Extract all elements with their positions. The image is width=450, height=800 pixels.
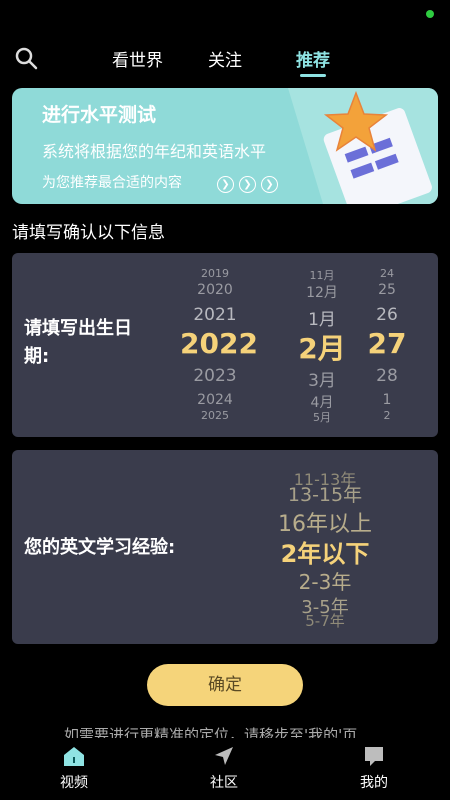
day-option-selected[interactable]: 27 bbox=[366, 327, 408, 360]
chevron-right-icon: ❯ bbox=[217, 176, 234, 193]
send-icon bbox=[215, 747, 233, 765]
tab-world[interactable]: 看世界 bbox=[112, 46, 163, 71]
status-indicator bbox=[426, 10, 434, 18]
year-option[interactable]: 2024 bbox=[180, 392, 250, 408]
year-option[interactable]: 2023 bbox=[180, 366, 250, 386]
day-option[interactable]: 1 bbox=[366, 392, 408, 408]
birth-date-card: 请填写出生日期: 2019 2020 2021 2022 2023 2024 2… bbox=[12, 253, 438, 437]
nav-label-community: 社区 bbox=[210, 775, 238, 791]
tab-follow[interactable]: 关注 bbox=[208, 46, 242, 71]
info-section-label: 请填写确认以下信息 bbox=[12, 223, 165, 243]
day-option[interactable]: 2 bbox=[366, 409, 408, 422]
day-option[interactable]: 24 bbox=[366, 267, 408, 280]
birth-date-label: 请填写出生日期: bbox=[24, 318, 132, 367]
experience-option[interactable]: 2-3年 bbox=[260, 566, 390, 595]
top-tab-bar: 看世界 关注 推荐 bbox=[0, 36, 450, 80]
month-option[interactable]: 5月 bbox=[284, 409, 360, 425]
experience-option-selected[interactable]: 2年以下 bbox=[260, 534, 390, 569]
nav-item-video[interactable]: 视频 bbox=[34, 738, 114, 800]
home-icon bbox=[64, 747, 84, 766]
banner-title: 进行水平测试 bbox=[42, 104, 157, 126]
banner-subtitle-2: 为您推荐最合适的内容 bbox=[42, 175, 182, 191]
year-option[interactable]: 2019 bbox=[180, 267, 250, 280]
chevron-right-icon: ❯ bbox=[239, 176, 256, 193]
month-option[interactable]: 3月 bbox=[284, 366, 360, 391]
positioning-hint: 如需要进行更精准的定位，请移步至'我的'页 bbox=[64, 726, 358, 738]
search-icon[interactable] bbox=[14, 46, 38, 70]
day-option[interactable]: 26 bbox=[366, 305, 408, 325]
experience-option[interactable]: 13-15年 bbox=[260, 480, 390, 507]
month-option[interactable]: 11月 bbox=[284, 267, 360, 283]
nav-item-mine[interactable]: 我的 bbox=[334, 738, 414, 800]
year-option[interactable]: 2021 bbox=[180, 305, 250, 325]
chevron-right-icon: ❯ bbox=[261, 176, 278, 193]
experience-card: 您的英文学习经验: 11-13年 13-15年 16年以上 2年以下 2-3年 … bbox=[12, 450, 438, 644]
banner-subtitle: 系统将根据您的年纪和英语水平 bbox=[42, 142, 267, 161]
nav-label-video: 视频 bbox=[60, 775, 88, 791]
year-option-selected[interactable]: 2022 bbox=[180, 327, 258, 360]
nav-label-mine: 我的 bbox=[360, 775, 388, 791]
confirm-button[interactable]: 确定 bbox=[147, 664, 303, 706]
star-document-illustration bbox=[288, 88, 438, 204]
active-tab-indicator bbox=[300, 74, 326, 77]
day-option[interactable]: 28 bbox=[366, 366, 408, 386]
day-option[interactable]: 25 bbox=[366, 282, 408, 298]
year-option[interactable]: 2025 bbox=[180, 409, 250, 422]
level-test-banner[interactable]: 进行水平测试 系统将根据您的年纪和英语水平 为您推荐最合适的内容 ❯ ❯ ❯ bbox=[12, 88, 438, 204]
month-option-selected[interactable]: 2月 bbox=[284, 327, 360, 367]
bottom-nav: 视频 社区 我的 bbox=[0, 738, 450, 800]
nav-item-community[interactable]: 社区 bbox=[184, 738, 264, 800]
chat-bubble-icon bbox=[365, 747, 383, 766]
year-option[interactable]: 2020 bbox=[180, 282, 250, 298]
experience-option[interactable]: 5-7年 bbox=[260, 610, 390, 631]
tab-recommend[interactable]: 推荐 bbox=[296, 46, 330, 71]
banner-arrows: ❯ ❯ ❯ bbox=[217, 172, 283, 193]
experience-label: 您的英文学习经验: bbox=[24, 537, 176, 558]
month-option[interactable]: 12月 bbox=[284, 282, 360, 302]
